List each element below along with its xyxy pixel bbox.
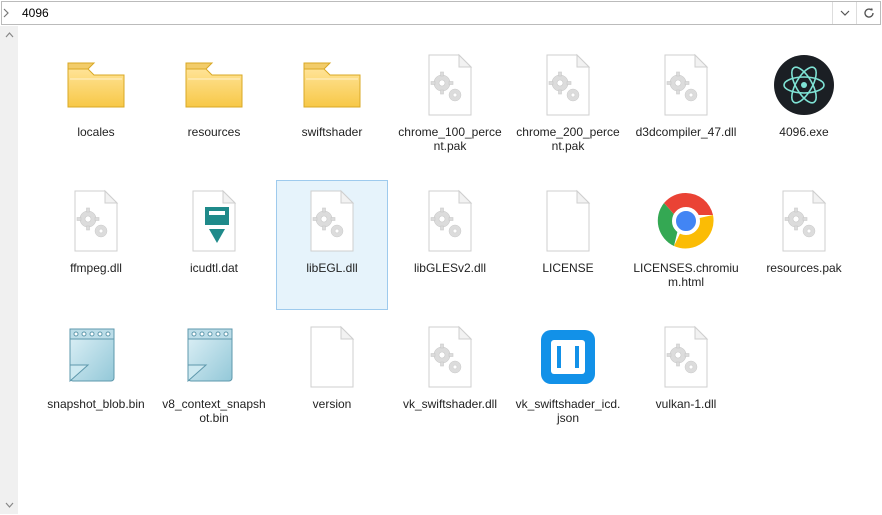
address-dropdown-button[interactable]: [832, 2, 856, 24]
file-label: d3dcompiler_47.dll: [636, 125, 737, 139]
file-label: icudtl.dat: [190, 261, 238, 275]
scroll-down-button[interactable]: [0, 496, 18, 514]
dll-file-icon: [71, 189, 121, 253]
file-label: vk_swiftshader_icd.json: [515, 397, 621, 426]
dat-file-icon: [189, 189, 239, 253]
datfile-icon: [178, 185, 250, 257]
file-label: snapshot_blob.bin: [47, 397, 144, 411]
dll-file-icon: [425, 189, 475, 253]
folder-icon: [300, 57, 364, 113]
scroll-up-button[interactable]: [0, 26, 18, 44]
file-item[interactable]: libEGL.dll: [276, 180, 388, 310]
file-item[interactable]: version: [276, 316, 388, 446]
brackets-icon: [532, 321, 604, 393]
binfile-icon: [60, 321, 132, 393]
file-item[interactable]: chrome_200_percent.pak: [512, 44, 624, 174]
file-icon: [307, 325, 357, 389]
bin-file-icon: [182, 325, 246, 389]
gearfile-icon: [414, 321, 486, 393]
blank-icon: [296, 321, 368, 393]
file-item[interactable]: ffmpeg.dll: [40, 180, 152, 310]
refresh-button[interactable]: [856, 2, 880, 24]
file-label: resources.pak: [766, 261, 841, 275]
gearfile-icon: [650, 321, 722, 393]
electron-app-icon: [772, 53, 836, 117]
vertical-scrollbar[interactable]: [0, 26, 18, 514]
blank-icon: [532, 185, 604, 257]
file-label: swiftshader: [302, 125, 363, 139]
file-label: locales: [77, 125, 114, 139]
file-item[interactable]: vk_swiftshader_icd.json: [512, 316, 624, 446]
dll-file-icon: [661, 325, 711, 389]
file-label: libEGL.dll: [306, 261, 357, 275]
file-item[interactable]: v8_context_snapshot.bin: [158, 316, 270, 446]
file-label: ffmpeg.dll: [70, 261, 122, 275]
breadcrumb-chevron-icon: [2, 8, 18, 18]
file-item[interactable]: 4096.exe: [748, 44, 860, 174]
gearfile-icon: [532, 49, 604, 121]
file-label: chrome_200_percent.pak: [515, 125, 621, 154]
address-bar[interactable]: [1, 1, 881, 25]
file-item[interactable]: LICENSES.chromium.html: [630, 180, 742, 310]
dll-file-icon: [425, 53, 475, 117]
file-item[interactable]: vulkan-1.dll: [630, 316, 742, 446]
dll-file-icon: [543, 53, 593, 117]
file-label: v8_context_snapshot.bin: [161, 397, 267, 426]
gearfile-icon: [414, 185, 486, 257]
folder-icon: [178, 49, 250, 121]
file-item[interactable]: snapshot_blob.bin: [40, 316, 152, 446]
file-item[interactable]: LICENSE: [512, 180, 624, 310]
file-label: chrome_100_percent.pak: [397, 125, 503, 154]
file-item[interactable]: resources: [158, 44, 270, 174]
file-item[interactable]: d3dcompiler_47.dll: [630, 44, 742, 174]
gearfile-icon: [60, 185, 132, 257]
bin-file-icon: [64, 325, 128, 389]
chrome-icon: [650, 185, 722, 257]
electron-icon: [768, 49, 840, 121]
file-label: libGLESv2.dll: [414, 261, 486, 275]
folder-icon: [182, 57, 246, 113]
chrome-icon: [656, 191, 716, 251]
folder-icon: [64, 57, 128, 113]
json-app-icon: [539, 328, 597, 386]
dll-file-icon: [661, 53, 711, 117]
file-item[interactable]: chrome_100_percent.pak: [394, 44, 506, 174]
folder-icon: [296, 49, 368, 121]
address-input[interactable]: [18, 4, 832, 22]
file-icon: [543, 189, 593, 253]
dll-file-icon: [779, 189, 829, 253]
file-label: 4096.exe: [779, 125, 828, 139]
file-label: vk_swiftshader.dll: [403, 397, 497, 411]
gearfile-icon: [650, 49, 722, 121]
file-item[interactable]: libGLESv2.dll: [394, 180, 506, 310]
gearfile-icon: [296, 185, 368, 257]
file-item[interactable]: vk_swiftshader.dll: [394, 316, 506, 446]
binfile-icon: [178, 321, 250, 393]
file-item[interactable]: icudtl.dat: [158, 180, 270, 310]
file-item[interactable]: resources.pak: [748, 180, 860, 310]
file-label: LICENSE: [542, 261, 593, 275]
folder-icon: [60, 49, 132, 121]
dll-file-icon: [425, 325, 475, 389]
dll-file-icon: [307, 189, 357, 253]
file-label: resources: [188, 125, 241, 139]
file-grid[interactable]: locales resources swiftshader: [18, 26, 882, 514]
gearfile-icon: [768, 185, 840, 257]
file-label: version: [313, 397, 352, 411]
file-item[interactable]: swiftshader: [276, 44, 388, 174]
file-label: vulkan-1.dll: [656, 397, 717, 411]
file-label: LICENSES.chromium.html: [633, 261, 739, 290]
file-item[interactable]: locales: [40, 44, 152, 174]
gearfile-icon: [414, 49, 486, 121]
